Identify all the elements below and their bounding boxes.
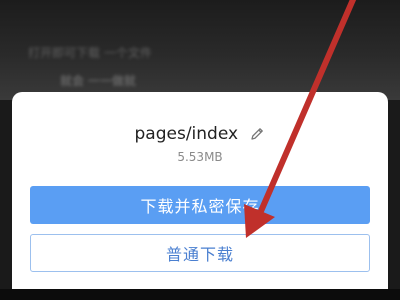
download-sheet: pages/index 5.53MB 下载并私密保存 普通下载 <box>12 92 388 300</box>
normal-download-button[interactable]: 普通下载 <box>30 234 370 272</box>
background-text-line: 就会 一一做就 <box>60 74 136 88</box>
background-text-line: 打开即可下载 一个文件 <box>28 46 152 60</box>
file-title-row: pages/index <box>12 124 388 144</box>
file-name: pages/index <box>134 124 239 144</box>
download-and-save-privately-button[interactable]: 下载并私密保存 <box>30 186 370 224</box>
bottom-bar <box>0 289 400 300</box>
file-size: 5.53MB <box>177 150 223 164</box>
background-screen: 打开即可下载 一个文件 就会 一一做就 <box>0 0 400 100</box>
pencil-icon[interactable] <box>249 126 265 142</box>
